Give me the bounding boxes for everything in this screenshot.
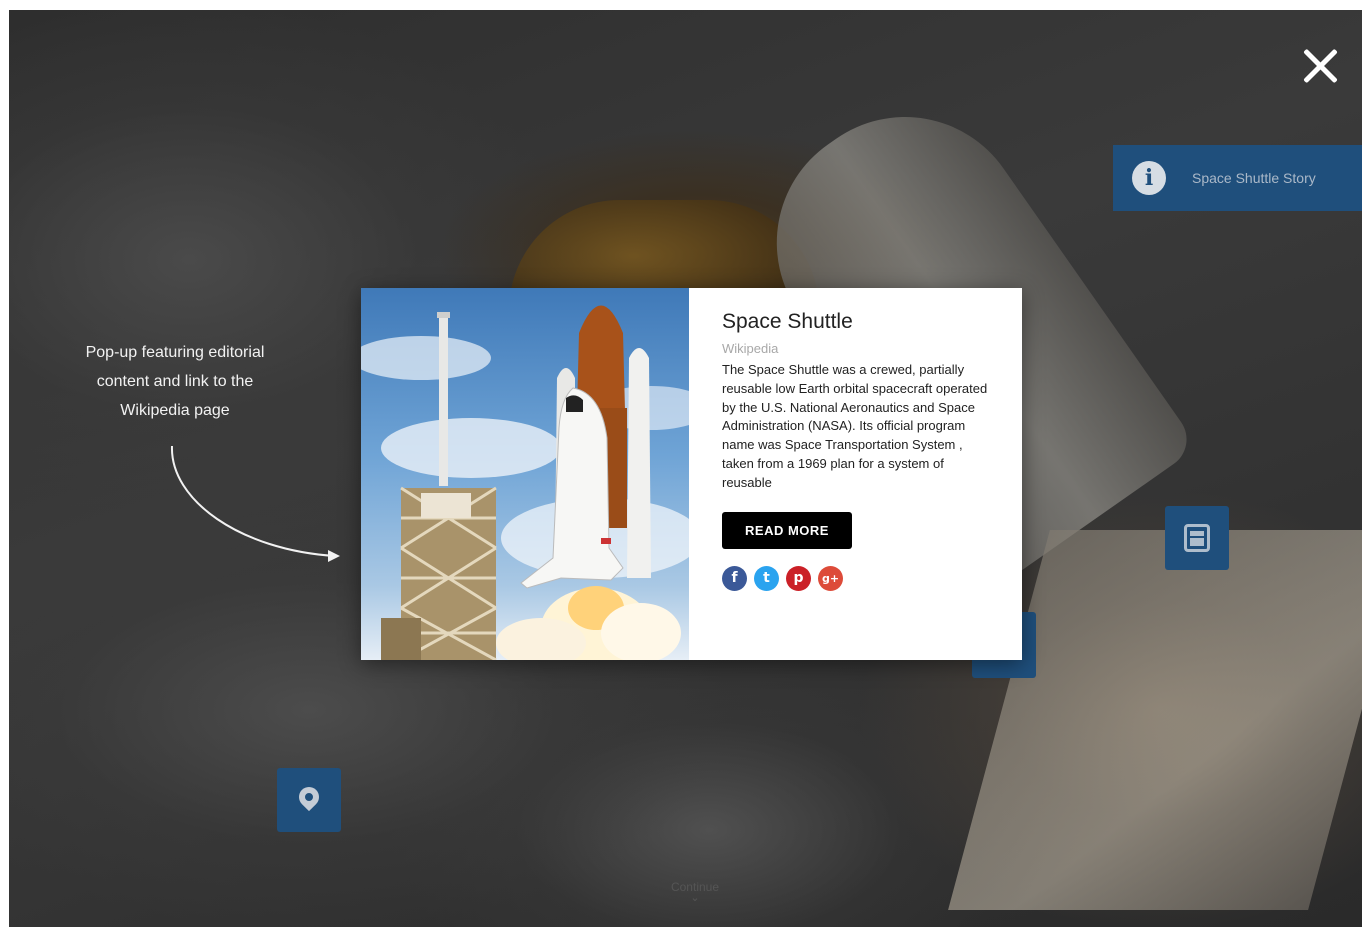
- popup-title: Space Shuttle: [722, 310, 853, 333]
- story-button-label: Space Shuttle Story: [1192, 170, 1316, 186]
- facebook-icon[interactable]: f: [722, 565, 747, 591]
- read-more-button[interactable]: READ MORE: [722, 511, 852, 549]
- location-hotspot-button[interactable]: [277, 768, 341, 832]
- space-shuttle-story-button[interactable]: i Space Shuttle Story: [1113, 145, 1362, 211]
- location-pin-icon: [294, 782, 324, 812]
- annotation-arrow-icon: [170, 445, 340, 562]
- close-icon[interactable]: [1298, 44, 1342, 88]
- popup-content: Space Shuttle Wikipedia The Space Shuttl…: [689, 288, 1022, 660]
- chevron-down-icon: ⌄: [690, 892, 700, 904]
- social-share-bar: f t p g+: [722, 565, 992, 591]
- pinterest-icon[interactable]: p: [786, 565, 811, 591]
- shuttle-launch-illustration: [361, 305, 689, 660]
- space-shuttle-launch-photo: [361, 288, 689, 660]
- popup-description: The Space Shuttle was a crewed, partiall…: [722, 362, 988, 490]
- google-plus-icon[interactable]: g+: [818, 565, 843, 591]
- popup-source: Wikipedia: [722, 341, 779, 356]
- twitter-icon[interactable]: t: [754, 565, 779, 591]
- youtube-hotspot-button[interactable]: [1165, 506, 1229, 570]
- info-icon: i: [1132, 161, 1166, 195]
- annotation-text: Pop-up featuring editorial content and l…: [85, 344, 265, 419]
- youtube-icon: [1184, 524, 1210, 552]
- info-popup: Space Shuttle Wikipedia The Space Shuttl…: [361, 288, 1022, 660]
- continue-link[interactable]: Continue ⌄: [640, 880, 750, 904]
